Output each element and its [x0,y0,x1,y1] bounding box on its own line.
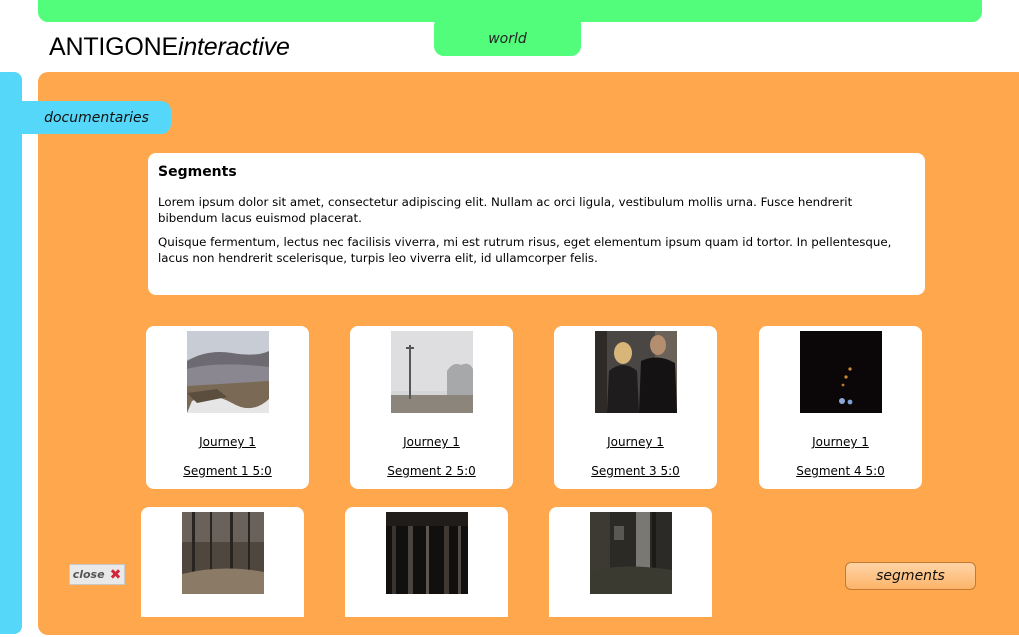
segment-link[interactable]: Segment 3 5:0 [554,464,717,478]
logo-suffix: interactive [177,33,290,61]
snowy-moor-thumbnail[interactable] [187,331,269,413]
segment-link[interactable]: Segment 2 5:0 [350,464,513,478]
people-street-thumbnail[interactable] [595,331,677,413]
close-label: close [72,568,105,581]
info-title: Segments [158,164,237,180]
close-button[interactable]: close ✖ [69,564,125,585]
segment-card[interactable]: Journey 1 Segment 1 5:0 [146,326,309,489]
info-paragraph-1: Lorem ipsum dolor sit amet, consectetur … [158,195,853,225]
journey-link[interactable]: Journey 1 [759,435,922,449]
bare-forest-thumbnail[interactable] [182,512,264,594]
segment-link[interactable]: Segment 4 5:0 [759,464,922,478]
documentaries-tab-label: documentaries [44,109,149,126]
info-paragraph-2: Quisque fermentum, lectus nec facilisis … [158,235,892,265]
segments-button[interactable]: segments [845,562,976,590]
segment-card[interactable] [345,507,508,617]
dark-tunnel-thumbnail[interactable] [800,331,882,413]
logo-prefix: ANTIGONE [49,33,178,61]
site-logo: ANTIGONEinteractive [49,33,290,62]
segment-card[interactable]: Journey 1 Segment 2 5:0 [350,326,513,489]
world-tab[interactable]: world [434,16,581,56]
segments-info-box: Segments Lorem ipsum dolor sit amet, con… [148,153,925,295]
left-sidebar-bar [0,72,22,634]
journey-link[interactable]: Journey 1 [554,435,717,449]
segment-link[interactable]: Segment 1 5:0 [146,464,309,478]
shadowy-woods-thumbnail[interactable] [590,512,672,594]
close-icon: ✖ [109,566,122,583]
journey-link[interactable]: Journey 1 [350,435,513,449]
segment-card[interactable] [141,507,304,617]
journey-link[interactable]: Journey 1 [146,435,309,449]
segment-card[interactable] [549,507,712,617]
segment-card[interactable]: Journey 1 Segment 3 5:0 [554,326,717,489]
segment-card[interactable]: Journey 1 Segment 4 5:0 [759,326,922,489]
dark-pine-forest-thumbnail[interactable] [386,512,468,594]
world-tab-label: world [488,31,527,47]
documentaries-tab[interactable]: documentaries [22,101,171,134]
foggy-pole-thumbnail[interactable] [391,331,473,413]
segments-button-label: segments [876,568,945,584]
